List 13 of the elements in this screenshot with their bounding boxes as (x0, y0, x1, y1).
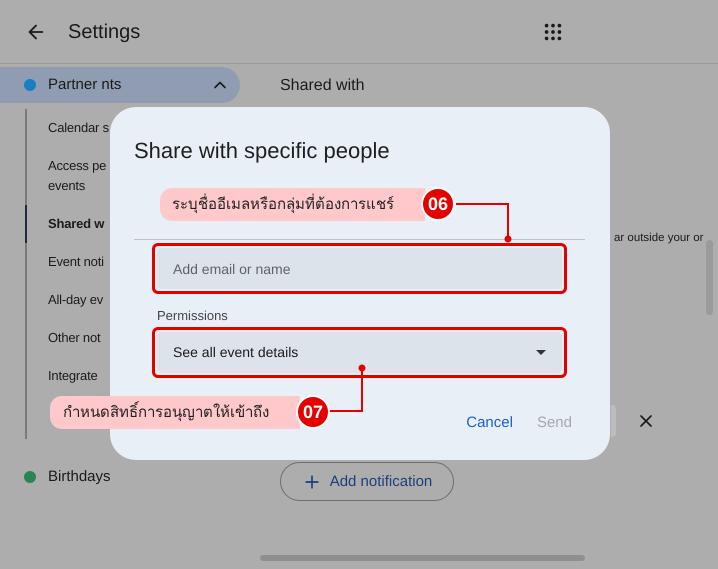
calendar-item[interactable]: Partner nts (0, 67, 240, 103)
permissions-select[interactable]: See all event details (157, 332, 562, 372)
annotation-callout: กำหนดสิทธิ์การอนุญาตให้เข้าถึง (50, 396, 300, 428)
permissions-label: Permissions (157, 307, 229, 325)
add-notification-button[interactable]: Add notification (280, 462, 454, 502)
page-title: Settings (68, 20, 140, 44)
description-text: ar outside your or (614, 231, 704, 246)
dialog-title: Share with specific people (134, 137, 391, 165)
email-input-field[interactable]: Add email or name (157, 248, 562, 289)
annotation-callout: ระบุชื่ออีเมลหรือกลุ่มที่ต้องการแชร์ (160, 188, 425, 220)
section-title: Shared with (280, 76, 366, 96)
dialog-action-button[interactable]: Cancel (466, 412, 513, 434)
calendar-item[interactable]: Birthdays (0, 459, 240, 495)
